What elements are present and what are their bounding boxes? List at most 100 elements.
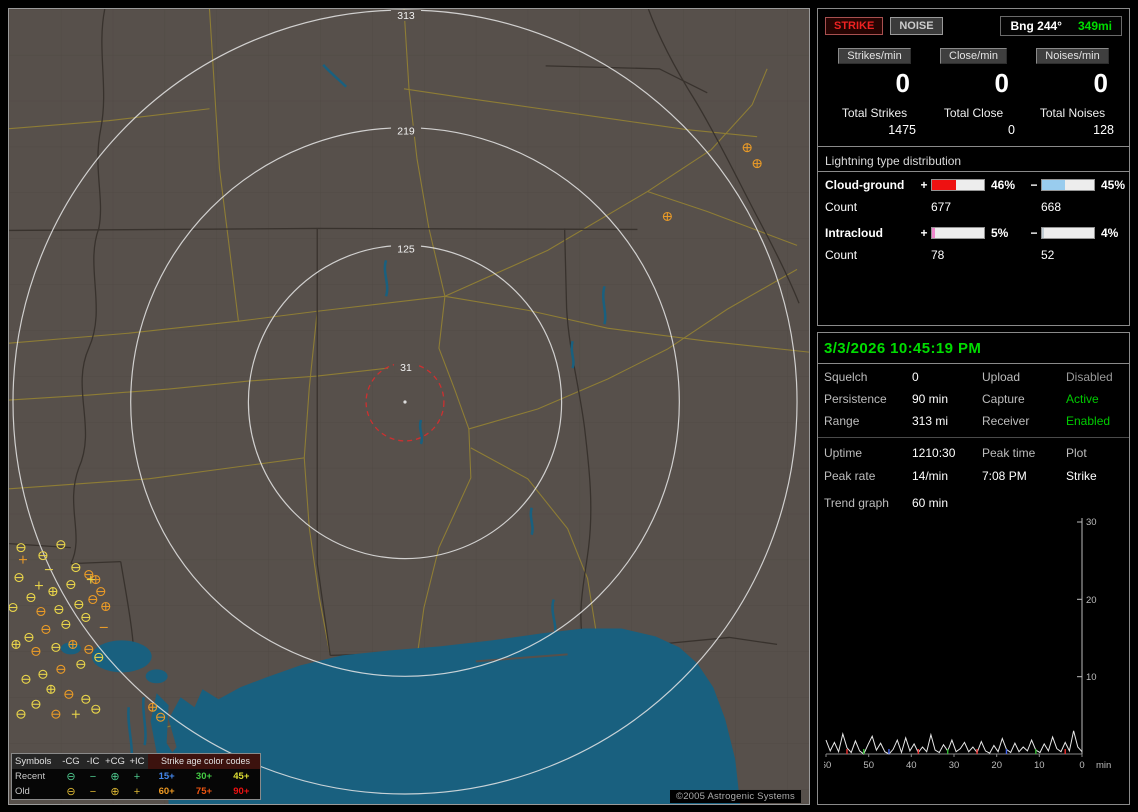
trend-graph-label: Trend graph	[824, 496, 912, 510]
uptime-stats-grid: Uptime 1210:30 Peak time Plot Peak rate …	[824, 446, 1123, 484]
cloud-ground-counts: Count 677 668	[825, 200, 1122, 214]
x-tick-60: 60	[824, 760, 831, 771]
settings-grid: Squelch 0 Upload Disabled Persistence 90…	[824, 370, 1123, 429]
divider	[818, 146, 1129, 147]
plus-sign: +	[917, 178, 931, 192]
strike-symbol	[102, 603, 110, 611]
x-axis-unit: min	[1096, 760, 1111, 771]
legend-age-header: Strike age color codes	[148, 754, 260, 769]
plus-icon: +	[126, 770, 148, 784]
intracloud-label: Intracloud	[825, 226, 917, 240]
strike-stats-panel: STRIKE NOISE Bng 244° 349mi Strikes/min …	[817, 8, 1130, 326]
noises-per-min-label: Noises/min	[1036, 48, 1108, 64]
distribution-title: Lightning type distribution	[825, 154, 1122, 168]
strike-mode-button[interactable]: STRIKE	[825, 17, 883, 35]
plot-value: Strike	[1066, 469, 1123, 484]
ic-negative-bar-fill	[1042, 228, 1044, 238]
total-close-value: 0	[924, 121, 1023, 139]
persistence-value: 90 min	[912, 392, 982, 407]
total-strikes-label: Total Strikes	[842, 105, 907, 121]
cg-positive-bar	[931, 179, 985, 191]
datetime-display: 3/3/2026 10:45:19 PM	[824, 340, 1123, 357]
legend-col-neg-ic: -IC	[82, 754, 104, 769]
squelch-label: Squelch	[824, 370, 912, 385]
ic-positive-pct: 5%	[987, 226, 1027, 240]
legend-col-neg-cg: -CG	[60, 754, 82, 769]
capture-label: Capture	[982, 392, 1066, 407]
minus-icon: −	[82, 770, 104, 784]
age-code-60: 60+	[148, 786, 185, 797]
strike-symbol	[69, 640, 77, 648]
squelch-value: 0	[912, 370, 982, 385]
range-label: Range	[824, 414, 912, 429]
lightning-map[interactable]: 313 219 125 31 Symbols -CG -IC +CG +IC S…	[8, 8, 810, 805]
total-strikes-value: 1475	[825, 121, 924, 139]
ring-label-219: 219	[397, 127, 415, 138]
cloud-ground-label: Cloud-ground	[825, 178, 917, 192]
strikes-per-min-label: Strikes/min	[838, 48, 910, 64]
y-tick-10: 10	[1086, 672, 1097, 683]
total-close-label: Total Close	[944, 105, 1003, 121]
age-code-75: 75+	[185, 786, 222, 797]
bearing-readout: Bng 244° 349mi	[1000, 16, 1122, 36]
app-window: 313 219 125 31 Symbols -CG -IC +CG +IC S…	[0, 0, 1138, 812]
bearing-label: Bng 244°	[1010, 19, 1061, 33]
legend-old-row: Old ⊖ − ⊕ + 60+ 75+ 90+	[12, 784, 260, 799]
x-tick-10: 10	[1034, 760, 1045, 771]
uptime-value: 1210:30	[912, 446, 982, 461]
range-value: 313 mi	[912, 414, 982, 429]
ic-negative-pct: 4%	[1097, 226, 1122, 240]
circle-minus-icon: ⊖	[60, 785, 82, 799]
totals-values: 1475 0 128	[825, 121, 1122, 139]
total-noises-label: Total Noises	[1040, 105, 1105, 121]
upload-status: Disabled	[1066, 370, 1123, 385]
legend-col-pos-cg: +CG	[104, 754, 126, 769]
close-per-min-value: 0	[924, 67, 1023, 99]
minus-icon: −	[82, 785, 104, 799]
minus-sign: −	[1027, 178, 1041, 192]
trend-graph-header: Trend graph 60 min	[824, 496, 1123, 510]
strikes-per-min-value: 0	[825, 67, 924, 99]
cg-negative-bar-fill	[1042, 180, 1065, 190]
trend-series-layer	[826, 731, 1082, 754]
persistence-label: Persistence	[824, 392, 912, 407]
noise-mode-button[interactable]: NOISE	[890, 17, 942, 35]
legend-col-pos-ic: +IC	[126, 754, 148, 769]
count-label: Count	[825, 200, 917, 214]
legend-recent-ages: 15+ 30+ 45+	[148, 771, 260, 782]
strike-symbol	[753, 160, 761, 168]
total-noises-value: 128	[1023, 121, 1122, 139]
y-tick-20: 20	[1086, 595, 1097, 606]
cg-positive-count: 677	[931, 200, 987, 214]
circle-plus-icon: ⊕	[104, 770, 126, 784]
circle-plus-icon: ⊕	[104, 785, 126, 799]
ic-negative-bar	[1041, 227, 1095, 239]
cloud-ground-row: Cloud-ground + 46% − 45%	[825, 178, 1122, 192]
intracloud-counts: Count 78 52	[825, 248, 1122, 262]
legend-recent-label: Recent	[12, 771, 60, 782]
peak-rate-label: Peak rate	[824, 469, 912, 484]
legend-recent-row: Recent ⊖ − ⊕ + 15+ 30+ 45+	[12, 769, 260, 784]
legend-old-ages: 60+ 75+ 90+	[148, 786, 260, 797]
receiver-status: Enabled	[1066, 414, 1123, 429]
age-code-15: 15+	[148, 771, 185, 782]
cg-negative-pct: 45%	[1097, 178, 1125, 192]
map-legend: Symbols -CG -IC +CG +IC Strike age color…	[11, 753, 261, 800]
ring-label-125: 125	[397, 244, 415, 255]
cg-negative-bar	[1041, 179, 1095, 191]
peak-rate-value: 14/min	[912, 469, 982, 484]
x-tick-30: 30	[949, 760, 960, 771]
legend-old-label: Old	[12, 786, 60, 797]
legend-header-row: Symbols -CG -IC +CG +IC Strike age color…	[12, 754, 260, 769]
intracloud-row: Intracloud + 5% − 4%	[825, 226, 1122, 240]
minus-sign: −	[1027, 226, 1041, 240]
strike-symbol	[12, 640, 20, 648]
x-tick-0: 0	[1079, 760, 1084, 771]
ring-label-31: 31	[400, 363, 412, 374]
x-tick-40: 40	[906, 760, 917, 771]
age-code-30: 30+	[185, 771, 222, 782]
divider	[818, 437, 1129, 438]
ic-positive-bar	[931, 227, 985, 239]
uptime-label: Uptime	[824, 446, 912, 461]
plot-label: Plot	[1066, 446, 1123, 461]
